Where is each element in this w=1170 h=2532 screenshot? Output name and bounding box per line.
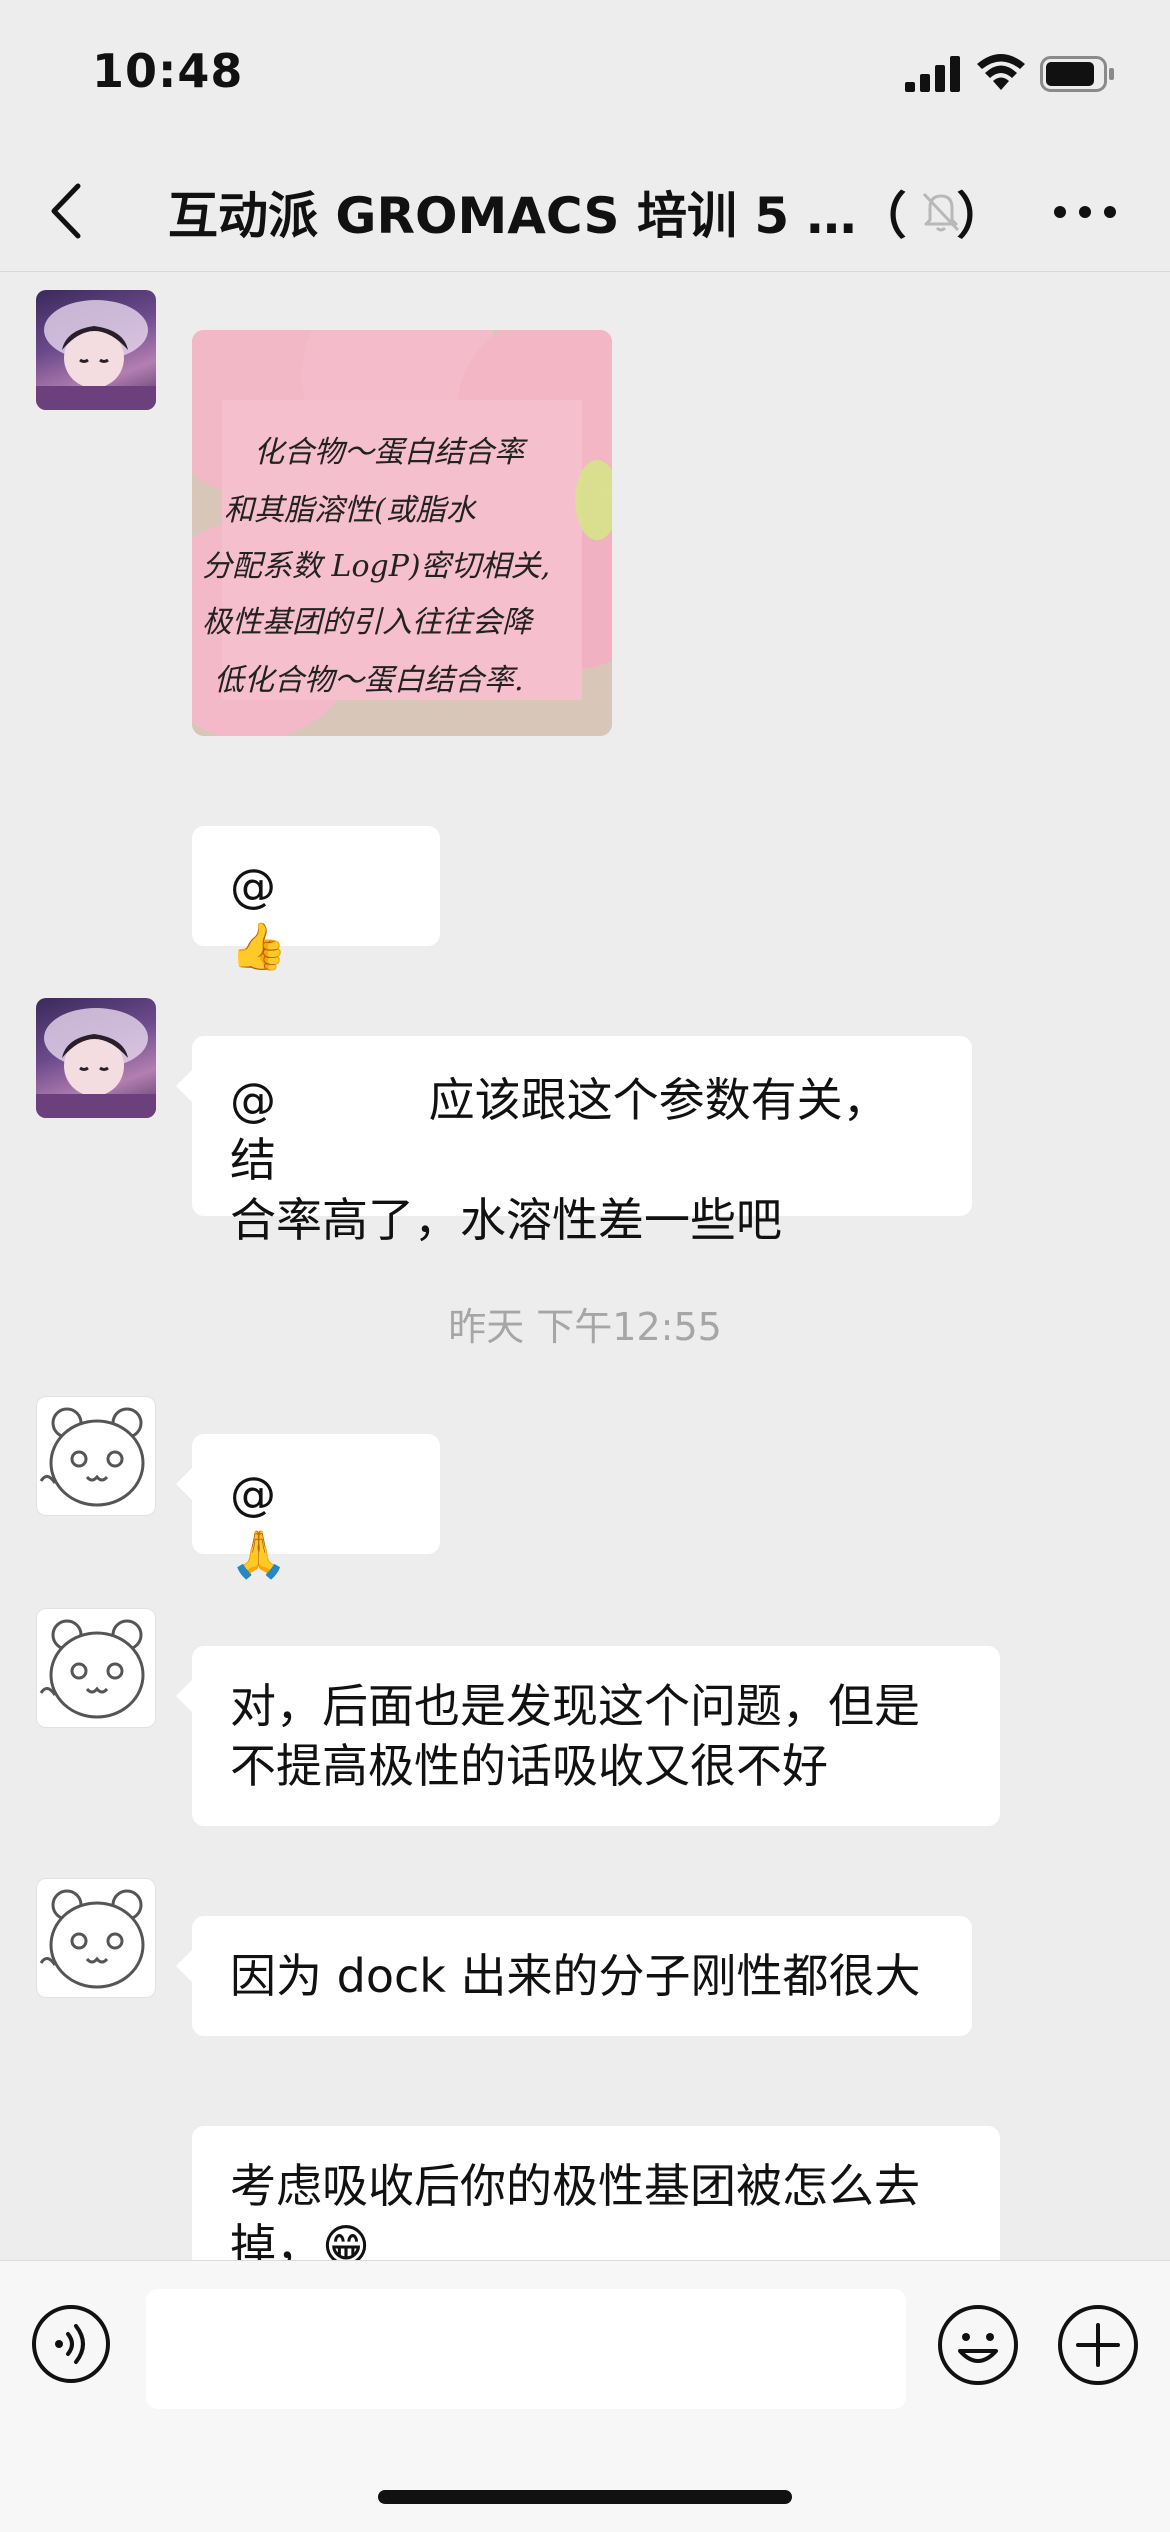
message-text: 因为 dock 出来的分子刚性都很大 xyxy=(230,1949,921,2003)
message-text-line: 考虑吸收后你的极性基团被怎么去 xyxy=(230,2159,920,2213)
message-bubble[interactable]: 对，后面也是发现这个问题，但是 不提高极性的话吸收又很不好 xyxy=(176,1646,1000,1826)
note-line-2: 和其脂溶性(或脂水 xyxy=(224,493,478,528)
note-line-3: 分配系数 LogP)密切相关, xyxy=(202,549,550,584)
note-line-5: 低化合物〜蛋白结合率. xyxy=(214,663,524,698)
message-text-line: 合率高了，水溶性差一些吧 xyxy=(230,1193,782,1247)
avatar[interactable] xyxy=(36,1878,156,1998)
signal-icon xyxy=(905,56,960,92)
note-line-1: 化合物〜蛋白结合率 xyxy=(254,435,528,470)
message-text: @ 👍 xyxy=(230,859,414,973)
plus-icon[interactable] xyxy=(1056,2303,1140,2387)
note-photo: 化合物〜蛋白结合率 和其脂溶性(或脂水 分配系数 LogP)密切相关, 极性基团… xyxy=(192,330,612,736)
avatar[interactable] xyxy=(36,290,156,410)
chat-screen: 10:48 互动派 GROMACS 培训 5 …（ ） 化合物〜蛋白结合率 和其… xyxy=(0,0,1170,2532)
note-line-4: 极性基团的引入往往会降 xyxy=(202,605,535,640)
chat-header: 互动派 GROMACS 培训 5 …（ ） xyxy=(0,150,1170,272)
message-text-line: @ 应该跟这个参数有关，结 xyxy=(230,1073,889,1187)
smiley-icon[interactable] xyxy=(936,2303,1020,2387)
avatar[interactable] xyxy=(36,1608,156,1728)
avatar-illustration xyxy=(36,300,156,410)
bear-avatar-illustration xyxy=(39,1407,145,1507)
more-icon[interactable] xyxy=(1050,192,1120,232)
avatar[interactable] xyxy=(36,1396,156,1516)
bear-avatar-illustration xyxy=(39,1619,145,1719)
message-text-line: 对，后面也是发现这个问题，但是 xyxy=(230,1679,920,1733)
message-bubble[interactable]: @ 🙏 xyxy=(176,1434,440,1581)
avatar[interactable] xyxy=(36,998,156,1118)
status-time: 10:48 xyxy=(92,44,244,98)
home-indicator[interactable] xyxy=(378,2490,792,2504)
message-bubble[interactable]: 因为 dock 出来的分子刚性都很大 xyxy=(176,1916,972,2036)
back-icon[interactable] xyxy=(42,180,92,242)
message-bubble[interactable]: @ 👍 xyxy=(192,826,440,973)
message-text: @ 🙏 xyxy=(230,1467,414,1581)
voice-icon[interactable] xyxy=(30,2303,112,2385)
bell-slash-icon xyxy=(922,192,960,232)
avatar-illustration xyxy=(36,1008,156,1118)
chat-title[interactable]: 互动派 GROMACS 培训 5 …（ ） xyxy=(168,176,1007,248)
bear-avatar-illustration xyxy=(39,1889,145,1989)
message-bubble[interactable]: @ 应该跟这个参数有关，结 合率高了，水溶性差一些吧 xyxy=(176,1036,972,1247)
message-text-line: 不提高极性的话吸收又很不好 xyxy=(230,1739,828,1793)
wifi-icon xyxy=(977,54,1025,90)
image-message[interactable]: 化合物〜蛋白结合率 和其脂溶性(或脂水 分配系数 LogP)密切相关, 极性基团… xyxy=(192,330,612,736)
battery-icon xyxy=(1040,56,1114,92)
message-input[interactable] xyxy=(146,2289,906,2409)
time-divider: 昨天 下午12:55 xyxy=(448,1305,722,1349)
status-bar: 10:48 xyxy=(0,0,1170,150)
